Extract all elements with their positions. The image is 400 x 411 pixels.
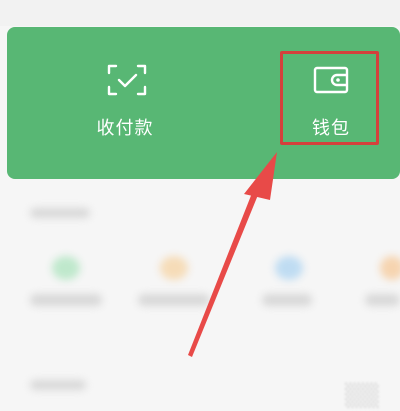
blurred-label <box>138 294 210 306</box>
blurred-icon <box>52 256 80 280</box>
blurred-label <box>262 294 312 306</box>
pay-receive-button[interactable]: 收付款 <box>60 40 190 150</box>
arrow-shaft <box>188 188 260 357</box>
wallet-icon <box>313 66 349 94</box>
blurred-section-title <box>30 380 86 390</box>
watermark: ▒▒ <box>345 384 379 409</box>
scan-check-icon <box>107 64 147 96</box>
blurred-icon <box>380 256 400 280</box>
blurred-label <box>30 294 102 306</box>
top-strip <box>0 0 400 26</box>
pay-receive-label: 收付款 <box>96 118 154 139</box>
blurred-section-title <box>30 208 90 218</box>
blurred-icon <box>160 256 188 280</box>
blurred-icon <box>275 256 303 280</box>
wallet-label: 钱包 <box>312 118 350 139</box>
blurred-label <box>365 294 400 306</box>
wallet-button[interactable]: 钱包 <box>280 50 382 148</box>
